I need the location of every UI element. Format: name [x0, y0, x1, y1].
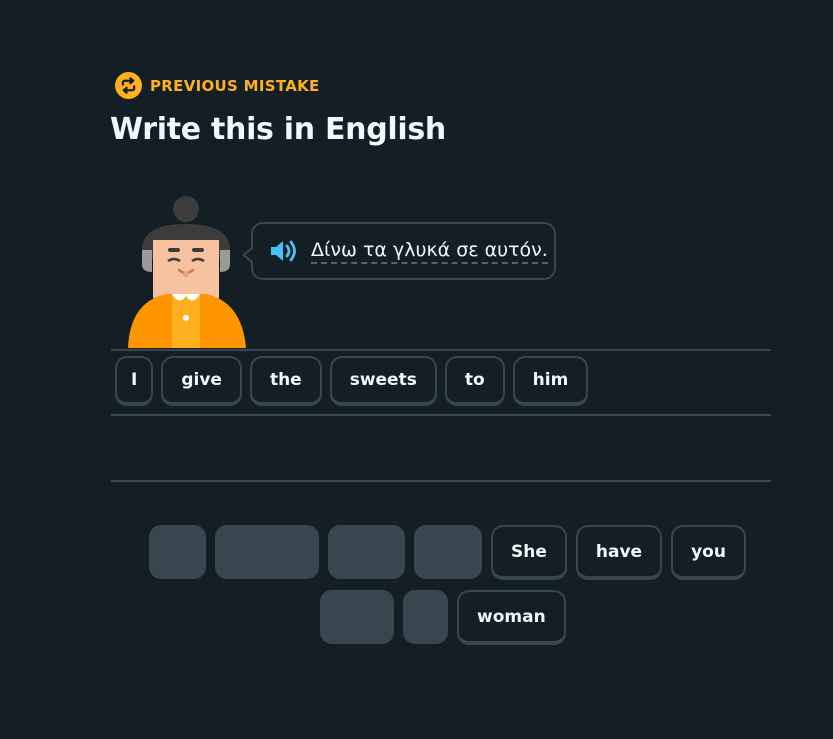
page-title: Write this in English — [110, 112, 446, 147]
answer-line-bottom — [111, 480, 771, 482]
answer-line-top — [111, 349, 771, 351]
previous-mistake-badge: PREVIOUS MISTAKE — [115, 72, 320, 99]
used-word-slot — [403, 590, 448, 644]
prompt-bubble: Δίνω τα γλυκά σε αυτόν. — [242, 222, 556, 280]
bubble-tail-inner — [245, 248, 254, 262]
answer-line-middle — [111, 414, 771, 416]
answer-tile[interactable]: the — [249, 356, 322, 406]
repeat-icon — [115, 72, 142, 99]
previous-mistake-label: PREVIOUS MISTAKE — [150, 76, 320, 95]
answer-tile[interactable]: I — [115, 356, 154, 406]
character-avatar — [126, 192, 248, 354]
speaker-icon[interactable] — [269, 237, 303, 265]
used-word-slot — [328, 525, 405, 579]
word-bank-tile[interactable]: woman — [457, 590, 566, 645]
used-word-slot — [215, 525, 319, 579]
used-word-slot — [414, 525, 482, 579]
used-word-slot — [149, 525, 206, 579]
prompt-sentence[interactable]: Δίνω τα γλυκά σε αυτόν. — [311, 239, 548, 264]
word-bank-tile[interactable]: you — [671, 525, 746, 580]
answer-tile[interactable]: him — [512, 356, 589, 406]
word-bank-row-2: woman — [320, 590, 566, 645]
word-bank-tile[interactable]: She — [491, 525, 567, 580]
word-bank-tile[interactable]: have — [575, 525, 663, 580]
used-word-slot — [320, 590, 394, 644]
answer-area: I give the sweets to him — [115, 356, 589, 406]
answer-tile[interactable]: to — [444, 356, 505, 406]
answer-tile[interactable]: sweets — [329, 356, 437, 406]
word-bank-row-1: She have you — [149, 525, 746, 580]
answer-tile[interactable]: give — [161, 356, 242, 406]
